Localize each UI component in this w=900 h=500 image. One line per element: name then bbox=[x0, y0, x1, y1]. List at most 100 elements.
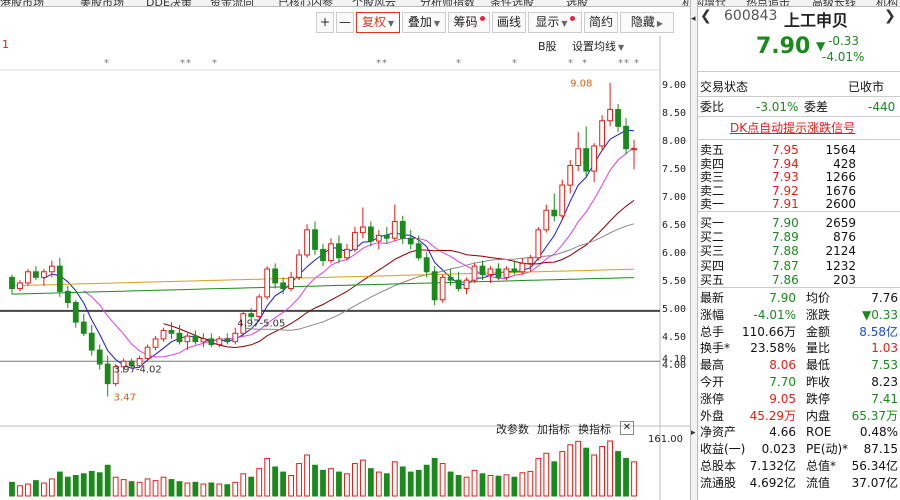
candle-body bbox=[535, 229, 542, 259]
fq-label: 复权 bbox=[361, 15, 386, 29]
stat-label: 净资产 bbox=[700, 425, 737, 440]
volume-bar bbox=[288, 475, 294, 497]
top-menu-item[interactable]: 美股市场 bbox=[80, 0, 124, 6]
collapse-left-icon[interactable]: ◂ bbox=[691, 14, 697, 24]
candle-body bbox=[288, 276, 294, 290]
dk-signal-link[interactable]: DK点自动提示涨跌信号 bbox=[730, 120, 855, 136]
stat-value: 4.66 bbox=[769, 425, 796, 440]
close-indicator-button[interactable]: ✕ bbox=[620, 421, 634, 435]
moving-average-line bbox=[83, 146, 635, 358]
bid-level-label: 买五 bbox=[700, 272, 725, 287]
stat-value: 8.23 bbox=[871, 375, 898, 389]
candle-body bbox=[583, 148, 590, 172]
overlay-button[interactable]: 叠加 ▼ bbox=[402, 12, 446, 33]
candle-body bbox=[200, 338, 207, 343]
candle-body bbox=[471, 265, 478, 281]
fq-button[interactable]: 复权 ▼ bbox=[356, 12, 400, 33]
stat-value: 7.76 bbox=[871, 291, 898, 305]
volume-bar bbox=[176, 481, 183, 497]
volume-bar bbox=[527, 470, 534, 497]
dk-signal-row[interactable]: DK点自动提示涨跌信号 bbox=[698, 120, 900, 136]
top-menu-item[interactable]: 资金流向 bbox=[210, 0, 254, 6]
draw-line-button[interactable]: 画线 bbox=[492, 12, 526, 33]
panel-divider[interactable]: ◂ ▸ bbox=[690, 0, 698, 500]
last-price: 7.90 bbox=[756, 34, 811, 59]
volume-bar bbox=[447, 471, 454, 497]
close-icon: ✕ bbox=[622, 422, 632, 433]
candle-body bbox=[64, 290, 71, 304]
volume-bar bbox=[344, 473, 350, 497]
stat-label: 涨停 bbox=[700, 391, 725, 406]
candle-body bbox=[280, 282, 287, 290]
event-marker-icon: * bbox=[104, 58, 109, 69]
top-menu-item[interactable]: DDE决策 bbox=[146, 0, 192, 6]
quote-row: 换手* 23.58% 量比 1.03 bbox=[698, 340, 900, 356]
chips-button[interactable]: 筹码 bbox=[448, 12, 490, 33]
volume-bar bbox=[615, 451, 621, 497]
stat-label: 流值 bbox=[806, 475, 831, 490]
expand-right-icon[interactable]: ▸ bbox=[691, 428, 697, 438]
volume-bar bbox=[367, 468, 374, 497]
candle-body bbox=[256, 296, 263, 318]
stat-value: ▼0.33 bbox=[862, 307, 898, 322]
volume-bar bbox=[240, 473, 247, 497]
kline-chart-area[interactable]: 1 B股 设置均线 ▼ * * * * * * * * * * * * * 9.08 3.47 3.97-4.0… bbox=[0, 36, 690, 500]
hide-button[interactable]: 隐藏 ▶ bbox=[620, 12, 674, 33]
quote-row: 涨幅 -4.01% 涨跌 ▼0.33 bbox=[698, 307, 900, 323]
top-menu-item[interactable]: 选股 bbox=[566, 0, 588, 6]
volume-bar bbox=[232, 481, 239, 497]
edit-params-button[interactable]: 改参数 bbox=[496, 421, 529, 437]
candle-body bbox=[447, 276, 454, 281]
top-menu-item[interactable]: 热点追击 bbox=[746, 0, 790, 6]
top-menu-item[interactable]: 个股风云 bbox=[352, 0, 396, 6]
stat-label: 均价 bbox=[806, 291, 831, 305]
candle-body bbox=[17, 282, 23, 290]
stat-value: 8.06 bbox=[769, 358, 796, 373]
volume-bar bbox=[168, 479, 175, 497]
chart-toolbar: + — 复权 ▼ 叠加 ▼ 筹码 画线 显示 ▼ 简约 隐藏 ▶ bbox=[0, 8, 690, 36]
divider bbox=[698, 211, 900, 212]
candle-body bbox=[232, 332, 239, 343]
add-indicator-button[interactable]: 加指标 bbox=[537, 421, 570, 437]
candle-body bbox=[328, 243, 334, 262]
event-marker-icon: * bbox=[624, 58, 629, 69]
top-menu-item[interactable]: 机构 bbox=[876, 0, 898, 6]
top-menu-item[interactable]: 已核心内参 bbox=[278, 0, 333, 6]
candle-body bbox=[543, 209, 550, 231]
volume-bar bbox=[567, 444, 574, 497]
stat-value: 8.58亿 bbox=[859, 324, 898, 339]
zoom-in-button[interactable]: + bbox=[316, 12, 334, 33]
display-button[interactable]: 显示 ▼ bbox=[528, 12, 582, 33]
divider bbox=[698, 71, 900, 72]
stat-label: 流通股 bbox=[700, 475, 737, 490]
top-menu-item[interactable]: 机构增仓 bbox=[682, 0, 726, 6]
simple-button[interactable]: 简约 bbox=[584, 12, 618, 33]
volume-bar bbox=[144, 478, 151, 497]
stat-label: 最高 bbox=[700, 358, 725, 373]
quote-row: 外盘 45.29万 内盘 65.37万 bbox=[698, 408, 900, 424]
top-menu-item[interactable]: 分析师指数 bbox=[420, 0, 475, 6]
candle-body bbox=[367, 226, 374, 242]
zoom-out-button[interactable]: — bbox=[336, 12, 354, 33]
volume-bar bbox=[136, 481, 143, 497]
top-menu-item[interactable]: 港股市场 bbox=[0, 0, 44, 6]
volume-bar bbox=[224, 484, 231, 497]
volume-bar bbox=[208, 482, 215, 497]
volume-bar bbox=[607, 440, 613, 497]
volume-bar bbox=[479, 473, 486, 497]
switch-indicator-button[interactable]: 换指标 bbox=[578, 421, 611, 437]
candle-body bbox=[399, 220, 406, 239]
chevron-right-icon[interactable]: ❯ bbox=[884, 8, 896, 24]
volume-bar bbox=[559, 451, 566, 497]
quote-row: 涨停 9.05 跌停 7.41 bbox=[698, 391, 900, 407]
chevron-left-icon[interactable]: ❮ bbox=[700, 8, 712, 24]
top-menu-item[interactable]: 高级长线 bbox=[812, 0, 856, 6]
quote-row: 净资产 4.66 ROE 0.48% bbox=[698, 424, 900, 440]
candle-body bbox=[503, 268, 510, 278]
weibi-value: -3.01% bbox=[756, 100, 799, 114]
top-menu-item[interactable]: 条件选股 bbox=[490, 0, 534, 6]
volume-bar bbox=[623, 457, 629, 497]
stat-value: 0.023 bbox=[761, 442, 796, 457]
trade-status-value: 已收市 bbox=[848, 80, 885, 94]
quote-row: 卖一 7.91 2600 bbox=[698, 196, 900, 212]
